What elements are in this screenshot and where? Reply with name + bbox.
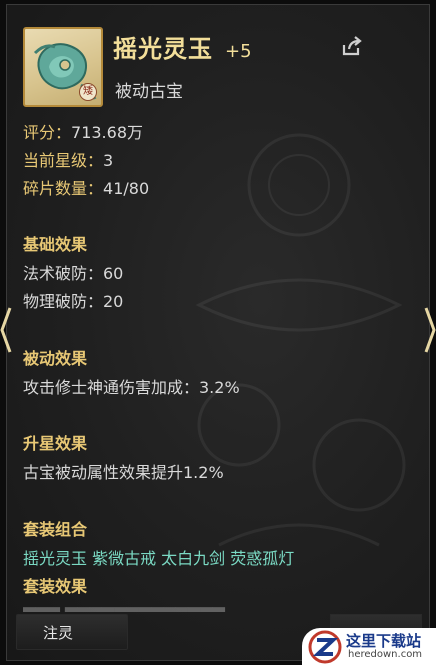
- stat-score-value: 713.68万: [71, 123, 144, 142]
- stat-fragments: 碎片数量：41/80: [23, 175, 149, 199]
- chevron-left-icon[interactable]: [0, 300, 12, 360]
- set-effect-cutoff-text: ▂▂▂ ▂▂▂▂▂▂▂▂▂▂▂▂▂: [23, 601, 225, 612]
- section-base-effect-title: 基础效果: [23, 235, 88, 254]
- background-ornament: [195, 133, 406, 547]
- base-effect-line: 物理破防：20: [23, 292, 124, 311]
- stat-star-level-value: 3: [103, 151, 114, 170]
- item-type: 被动古宝: [115, 82, 183, 102]
- set-combo-items: 摇光灵玉 紫微古戒 太白九剑 荧惑孤灯: [23, 549, 295, 568]
- item-title-row: 摇光灵玉 +5: [113, 29, 252, 63]
- stat-star-level-label: 当前星级：: [23, 151, 104, 170]
- watermark-title: 这里下载站: [346, 632, 422, 650]
- section-passive-effect-title: 被动效果: [23, 349, 88, 368]
- watermark-logo-icon: [308, 630, 342, 664]
- section-set-effect-title: 套装效果: [23, 577, 88, 596]
- site-watermark: 这里下载站 heredown.com: [302, 628, 436, 665]
- share-icon[interactable]: [339, 33, 365, 59]
- base-effect-line: 法术破防：60: [23, 264, 124, 283]
- stat-score: 评分：713.68万: [23, 119, 143, 143]
- chevron-right-icon[interactable]: [424, 300, 436, 360]
- item-tooltip-window: 矮 摇光灵玉 +5 被动古宝 评分：713.68万 当前星级：3 碎片数量：41…: [0, 0, 436, 665]
- item-icon[interactable]: 矮: [23, 27, 103, 107]
- infuse-button[interactable]: 注灵: [16, 614, 128, 650]
- stat-fragments-label: 碎片数量：: [23, 179, 104, 198]
- item-level: +5: [225, 41, 252, 62]
- passive-effect-line: 攻击修士神通伤害加成：3.2%: [23, 378, 240, 397]
- section-star-effect-title: 升星效果: [23, 434, 88, 453]
- item-detail-panel: 矮 摇光灵玉 +5 被动古宝 评分：713.68万 当前星级：3 碎片数量：41…: [6, 4, 430, 661]
- stat-fragments-value: 41/80: [103, 179, 150, 198]
- stat-score-label: 评分：: [23, 123, 72, 142]
- section-set-combo-title: 套装组合: [23, 520, 88, 539]
- stat-star-level: 当前星级：3: [23, 147, 113, 171]
- star-effect-line: 古宝被动属性效果提升1.2%: [23, 463, 224, 482]
- item-name: 摇光灵玉: [113, 35, 213, 63]
- watermark-url: heredown.com: [348, 649, 423, 660]
- rarity-badge: 矮: [79, 83, 97, 101]
